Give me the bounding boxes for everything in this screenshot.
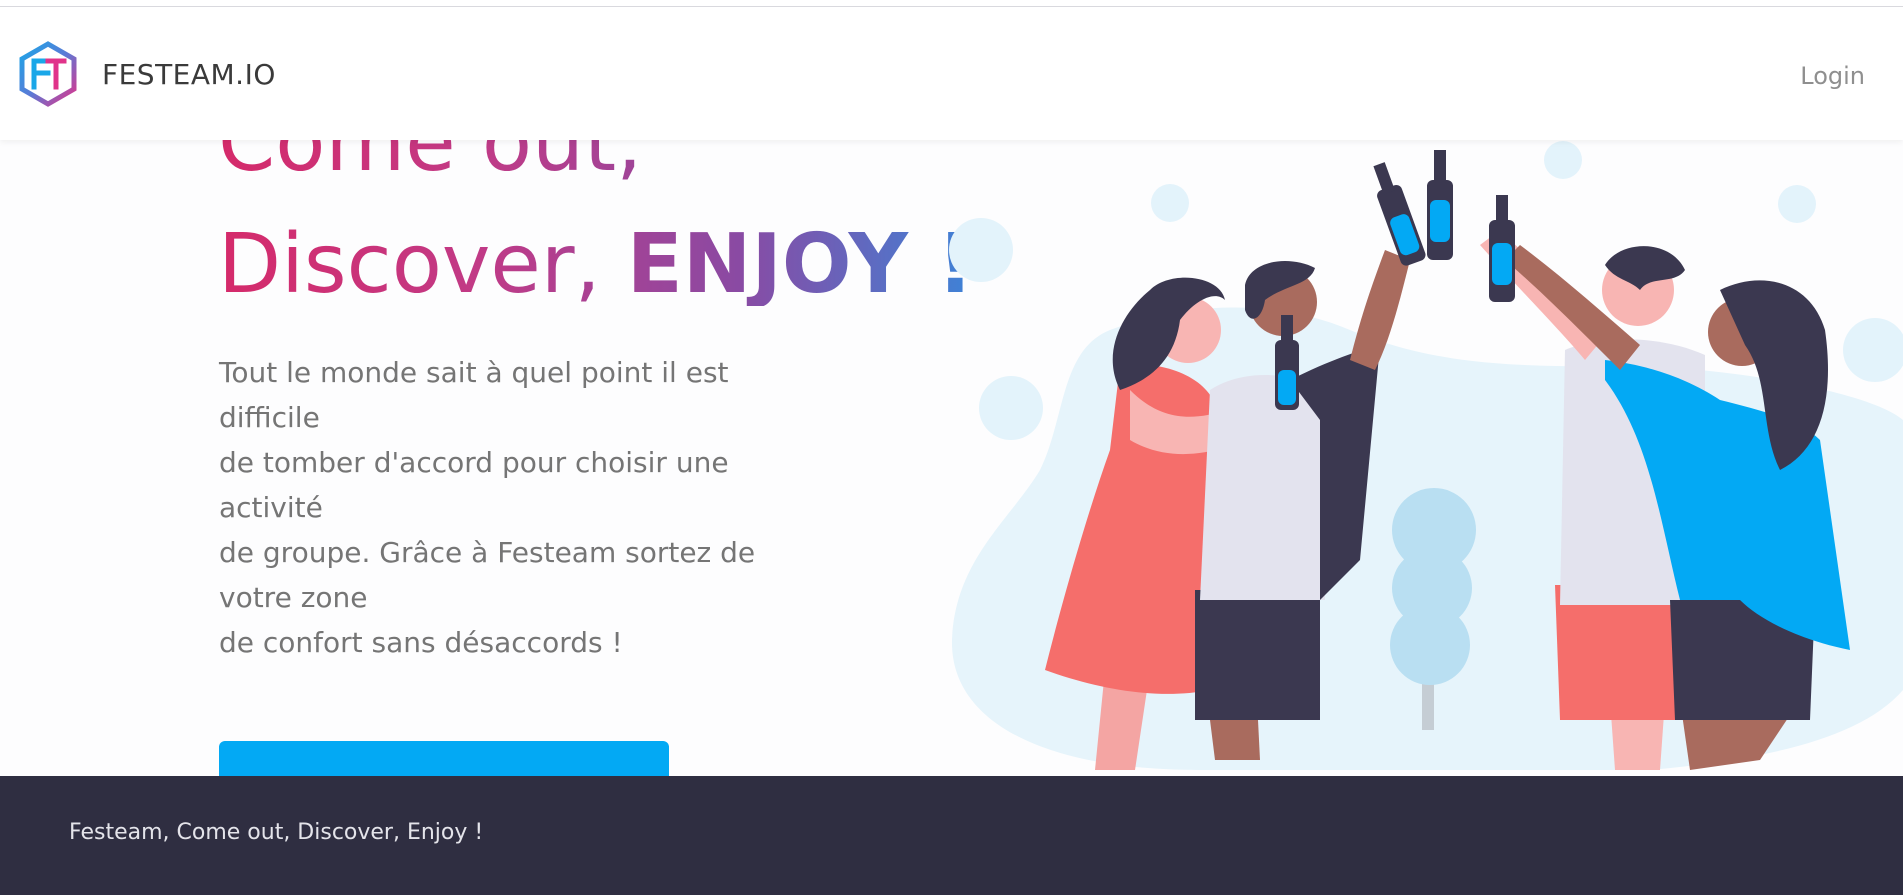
bottle [1373, 162, 1426, 266]
description-line: de confort sans désaccords ! [219, 626, 623, 659]
brand-link[interactable]: FESTEAM.IO [18, 41, 276, 107]
hero-description: Tout le monde sait à quel point il est d… [219, 350, 779, 665]
login-link[interactable]: Login [1800, 62, 1865, 90]
description-line: votre zone [219, 581, 368, 614]
headline-prefix: Discover, [218, 217, 627, 312]
cta-button[interactable] [219, 741, 669, 776]
bubble [1151, 184, 1189, 222]
footer: Festeam, Come out, Discover, Enjoy ! [0, 776, 1903, 895]
bubble [1778, 185, 1816, 223]
headline-line-2: Discover, ENJOY ! [218, 224, 974, 306]
man2-shorts [1555, 585, 1685, 720]
description-line: de tomber d'accord pour choisir une [219, 446, 729, 479]
man1-legs [1210, 720, 1260, 760]
bubble [1544, 141, 1582, 179]
bottle [1489, 195, 1515, 302]
bubble [949, 218, 1013, 282]
friends-toasting-illustration [949, 141, 1903, 770]
bubble [1843, 318, 1903, 382]
description-line: de groupe. Grâce à Festeam sortez de [219, 536, 756, 569]
description-line: Tout le monde sait à quel point il est [219, 356, 729, 389]
hexagon-ft-logo-icon [19, 41, 77, 107]
tree-foliage [1392, 488, 1476, 572]
navbar: FESTEAM.IO Login [0, 7, 1903, 140]
page: Come out, Discover, ENJOY ! Tout le mond… [0, 0, 1903, 895]
brand-name: FESTEAM.IO [102, 57, 276, 91]
browser-top-edge [0, 0, 1903, 7]
tree-trunk [1422, 680, 1434, 730]
man1-shorts [1195, 590, 1320, 720]
man1-shirt [1200, 375, 1325, 600]
bottle [1427, 150, 1453, 260]
headline-emphasis: ENJOY ! [626, 217, 974, 312]
footer-text: Festeam, Come out, Discover, Enjoy ! [69, 820, 484, 845]
description-line: difficile [219, 401, 320, 434]
description-line: activité [219, 491, 323, 524]
bubble [979, 376, 1043, 440]
